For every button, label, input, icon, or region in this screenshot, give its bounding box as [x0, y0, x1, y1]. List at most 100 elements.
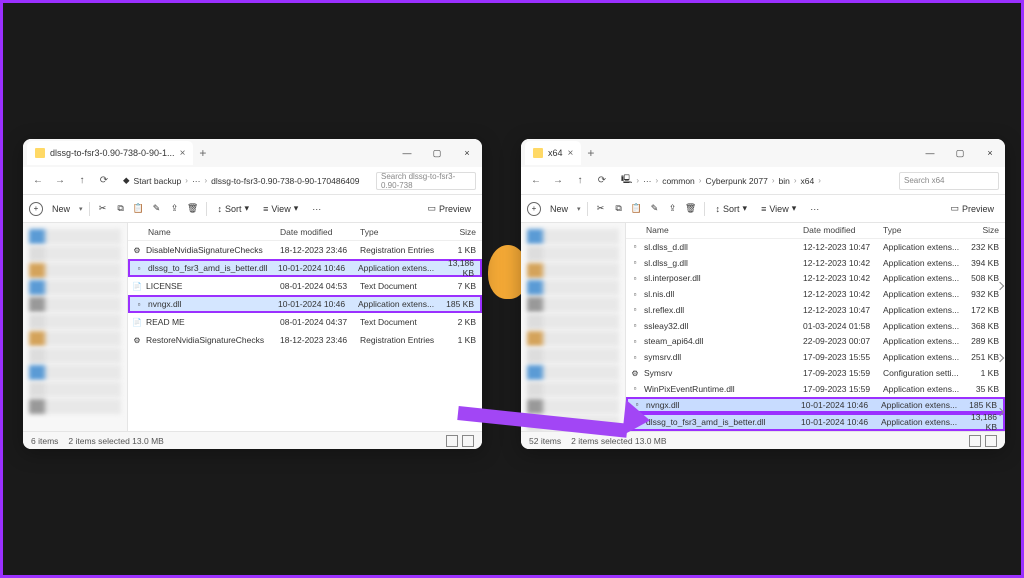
up-button[interactable]: ↑	[73, 172, 91, 190]
tab-active[interactable]: x64 ×	[525, 141, 581, 165]
file-size: 1 KB	[440, 245, 482, 255]
nav-sidebar[interactable]	[23, 223, 128, 431]
file-row[interactable]: 📄READ ME08-01-2024 04:37Text Document2 K…	[128, 313, 482, 331]
tab-active[interactable]: dlssg-to-fsr3-0.90-738-0-90-1... ×	[27, 141, 193, 165]
up-button[interactable]: ↑	[571, 172, 589, 190]
item-count: 52 items	[529, 436, 561, 446]
col-size[interactable]: Size	[963, 225, 1005, 235]
rename-icon[interactable]: ✎	[150, 202, 164, 216]
sort-button[interactable]: ↕ Sort ▾	[213, 201, 255, 216]
file-row[interactable]: ▫symsrv.dll17-09-2023 15:55Application e…	[626, 349, 1005, 365]
titlebar: dlssg-to-fsr3-0.90-738-0-90-1... × + — ▢…	[23, 139, 482, 167]
breadcrumb[interactable]: 🖳 ›··· ›common ›Cyberpunk 2077 ›bin ›x64…	[615, 174, 895, 188]
close-button[interactable]: ×	[975, 139, 1005, 167]
large-icons-view-icon[interactable]	[985, 435, 997, 447]
crumb-current[interactable]: dlssg-to-fsr3-0.90-738-0-90-170486409	[211, 176, 359, 186]
new-button[interactable]: +	[29, 202, 43, 216]
forward-button[interactable]: →	[51, 172, 69, 190]
nav-sidebar[interactable]	[521, 223, 626, 431]
more-button[interactable]: ···	[805, 202, 824, 216]
selection-info: 2 items selected 13.0 MB	[571, 436, 666, 446]
preview-button[interactable]: ▭ Preview	[422, 201, 476, 216]
file-row[interactable]: ▫sl.reflex.dll12-12-2023 10:47Applicatio…	[626, 302, 1005, 318]
cut-icon[interactable]: ✂	[96, 202, 110, 216]
delete-icon[interactable]: 🗑	[186, 202, 200, 216]
file-row[interactable]: ▫dlssg_to_fsr3_amd_is_better.dll10-01-20…	[626, 413, 1005, 431]
paste-icon[interactable]: 📋	[132, 202, 146, 216]
back-button[interactable]: ←	[527, 172, 545, 190]
file-row[interactable]: ⚙Symsrv17-09-2023 15:59Configuration set…	[626, 365, 1005, 381]
col-date[interactable]: Date modified	[280, 227, 360, 237]
file-row[interactable]: ▫dlssg_to_fsr3_amd_is_better.dll10-01-20…	[128, 259, 482, 277]
close-button[interactable]: ×	[452, 139, 482, 167]
file-row[interactable]: ▫WinPixEventRuntime.dll17-09-2023 15:59A…	[626, 381, 1005, 397]
maximize-button[interactable]: ▢	[945, 139, 975, 167]
file-row[interactable]: ⚙RestoreNvidiaSignatureChecks18-12-2023 …	[128, 331, 482, 349]
new-label[interactable]: New	[545, 202, 573, 216]
col-date[interactable]: Date modified	[803, 225, 883, 235]
file-list[interactable]: Name Date modified Type Size ⚙DisableNvi…	[128, 223, 482, 431]
new-tab-button[interactable]: +	[199, 146, 206, 160]
crumb-start[interactable]: Start backup	[134, 176, 182, 186]
more-button[interactable]: ···	[307, 202, 326, 216]
large-icons-view-icon[interactable]	[462, 435, 474, 447]
file-row[interactable]: ▫steam_api64.dll22-09-2023 00:07Applicat…	[626, 334, 1005, 350]
share-icon[interactable]: ⇪	[666, 202, 680, 216]
file-row[interactable]: ▫sl.dlss_g.dll12-12-2023 10:42Applicatio…	[626, 255, 1005, 271]
file-icon: ⚙	[132, 245, 142, 255]
file-type: Text Document	[360, 281, 440, 291]
file-row[interactable]: 📄LICENSE08-01-2024 04:53Text Document7 K…	[128, 277, 482, 295]
sort-button[interactable]: ↕ Sort ▾	[711, 201, 753, 216]
file-row[interactable]: ▫sl.dlss_d.dll12-12-2023 10:47Applicatio…	[626, 239, 1005, 255]
delete-icon[interactable]: 🗑	[684, 202, 698, 216]
column-headers[interactable]: Name Date modified Type Size	[626, 223, 1005, 239]
crumb-ellipsis[interactable]: ···	[192, 176, 201, 186]
preview-button[interactable]: ▭ Preview	[945, 201, 999, 216]
details-view-icon[interactable]	[446, 435, 458, 447]
new-tab-button[interactable]: +	[587, 146, 594, 160]
file-icon: ▫	[630, 336, 640, 346]
view-button[interactable]: ≡ View ▾	[756, 201, 801, 216]
column-headers[interactable]: Name Date modified Type Size	[128, 223, 482, 241]
new-label[interactable]: New	[47, 202, 75, 216]
file-row[interactable]: ⚙DisableNvidiaSignatureChecks18-12-2023 …	[128, 241, 482, 259]
file-list[interactable]: Name Date modified Type Size ▫sl.dlss_d.…	[626, 223, 1005, 431]
chevron-right-icon: ›	[204, 176, 207, 185]
col-name[interactable]: Name	[626, 225, 803, 235]
details-view-icon[interactable]	[969, 435, 981, 447]
col-name[interactable]: Name	[128, 227, 280, 237]
file-row[interactable]: ▫nvngx.dll10-01-2024 10:46Application ex…	[626, 397, 1005, 413]
search-input[interactable]: Search dlssg-to-fsr3-0.90-738	[376, 172, 476, 190]
rename-icon[interactable]: ✎	[648, 202, 662, 216]
search-input[interactable]: Search x64	[899, 172, 999, 190]
refresh-button[interactable]: ⟳	[593, 172, 611, 190]
minimize-button[interactable]: —	[915, 139, 945, 167]
file-name: sl.dlss_g.dll	[644, 258, 803, 268]
maximize-button[interactable]: ▢	[422, 139, 452, 167]
col-type[interactable]: Type	[360, 227, 440, 237]
file-type: Application extens...	[883, 321, 963, 331]
close-icon[interactable]: ×	[180, 148, 186, 159]
refresh-button[interactable]: ⟳	[95, 172, 113, 190]
file-row[interactable]: ▫nvngx.dll10-01-2024 10:46Application ex…	[128, 295, 482, 313]
file-row[interactable]: ▫sl.nis.dll12-12-2023 10:42Application e…	[626, 286, 1005, 302]
share-icon[interactable]: ⇪	[168, 202, 182, 216]
file-row[interactable]: ▫sl.interposer.dll12-12-2023 10:42Applic…	[626, 270, 1005, 286]
paste-icon[interactable]: 📋	[630, 202, 644, 216]
copy-icon[interactable]: ⧉	[114, 202, 128, 216]
close-icon[interactable]: ×	[568, 148, 574, 159]
file-type: Text Document	[360, 317, 440, 327]
col-size[interactable]: Size	[440, 227, 482, 237]
file-date: 10-01-2024 10:46	[278, 299, 358, 309]
file-date: 12-12-2023 10:47	[803, 242, 883, 252]
cut-icon[interactable]: ✂	[594, 202, 608, 216]
view-button[interactable]: ≡ View ▾	[258, 201, 303, 216]
minimize-button[interactable]: —	[392, 139, 422, 167]
new-button[interactable]: +	[527, 202, 541, 216]
back-button[interactable]: ←	[29, 172, 47, 190]
forward-button[interactable]: →	[549, 172, 567, 190]
file-row[interactable]: ▫ssleay32.dll01-03-2024 01:58Application…	[626, 318, 1005, 334]
breadcrumb[interactable]: ◆ Start backup › ··· › dlssg-to-fsr3-0.9…	[117, 175, 372, 186]
col-type[interactable]: Type	[883, 225, 963, 235]
copy-icon[interactable]: ⧉	[612, 202, 626, 216]
